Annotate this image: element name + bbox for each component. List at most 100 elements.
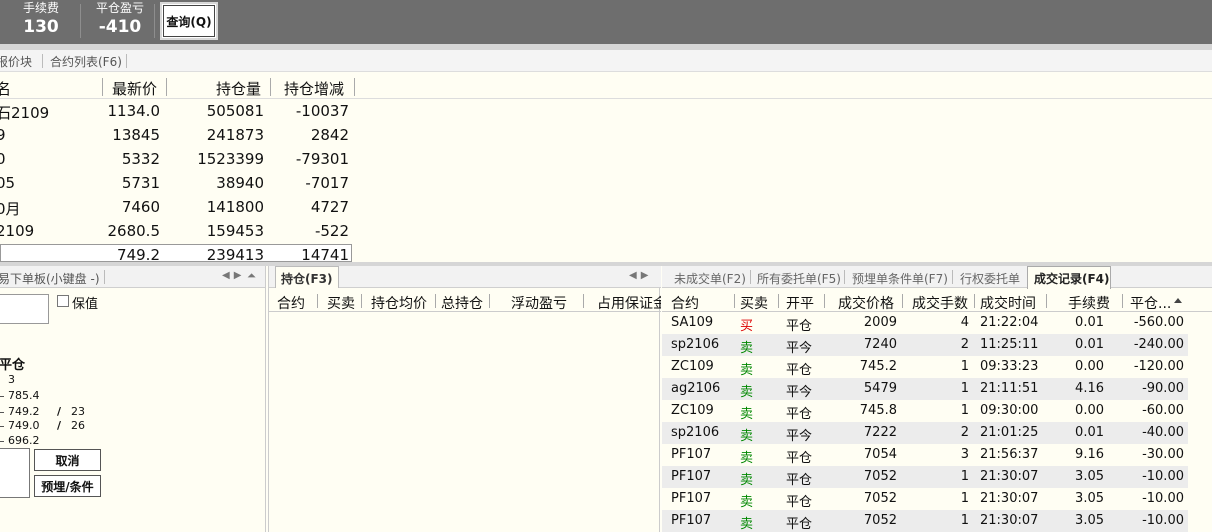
tab-scroll-arrows-icon[interactable]: ◀▶ xyxy=(629,270,652,281)
oi-change: -522 xyxy=(314,222,349,240)
quote-tab-bar: 报价块 合约列表(F6) xyxy=(0,50,1212,72)
oi-change: 4727 xyxy=(310,198,349,216)
column-divider[interactable] xyxy=(583,294,584,308)
column-divider[interactable] xyxy=(270,78,271,96)
tab-scroll-arrows-icon[interactable]: ◀▶ xyxy=(222,270,245,281)
quote-row[interactable]: 9 13845 241873 2842 xyxy=(0,124,360,148)
col-header-side[interactable]: 买卖 xyxy=(740,293,768,313)
trade-row[interactable]: ZC109 卖 平仓 745.2 1 09:33:23 0.00 -120.00 xyxy=(662,356,1188,378)
quote-row[interactable]: 05 5731 38940 -7017 xyxy=(0,172,360,196)
col-header-trade-qty[interactable]: 成交手数 xyxy=(912,293,968,313)
tab-contract-list[interactable]: 合约列表(F6) xyxy=(50,53,122,70)
trades-header: 合约 买卖 开平 成交价格 成交手数 成交时间 手续费 平仓... xyxy=(662,290,1212,312)
last-price: 5332 xyxy=(121,150,160,168)
column-divider[interactable] xyxy=(824,294,825,308)
level-qty: 26 xyxy=(71,419,85,432)
trade-row[interactable]: PF107 卖 平仓 7054 3 21:56:37 9.16 -30.00 xyxy=(662,444,1188,466)
trade-row[interactable]: ag2106 卖 平今 5479 1 21:11:51 4.16 -90.00 xyxy=(662,378,1188,400)
column-divider[interactable] xyxy=(1122,294,1123,308)
hedge-checkbox[interactable] xyxy=(57,295,69,307)
cancel-button[interactable]: 取消 xyxy=(34,449,101,471)
col-header-floating-pnl[interactable]: 浮动盈亏 xyxy=(511,293,567,313)
column-divider[interactable] xyxy=(734,294,735,308)
quantity-input[interactable] xyxy=(0,448,30,498)
col-header-trade-price[interactable]: 成交价格 xyxy=(838,293,894,313)
column-divider[interactable] xyxy=(974,294,975,308)
collapse-icon[interactable]: ⏶ xyxy=(247,269,256,283)
col-header-total-position[interactable]: 总持仓 xyxy=(441,293,483,313)
trade-row[interactable]: SA109 买 平仓 2009 4 21:22:04 0.01 -560.00 xyxy=(662,312,1188,334)
trade-side: 卖 xyxy=(740,407,754,422)
column-divider[interactable] xyxy=(317,294,318,308)
trade-row[interactable]: sp2106 卖 平今 7222 2 21:01:25 0.01 -40.00 xyxy=(662,422,1188,444)
column-divider[interactable] xyxy=(435,294,436,308)
tab-trade-records[interactable]: 成交记录(F4) xyxy=(1027,266,1111,289)
toolbar-divider xyxy=(154,4,155,38)
trade-contract: sp2106 xyxy=(671,425,720,440)
trade-row[interactable]: PF107 卖 平仓 7052 1 21:30:07 3.05 -10.00 xyxy=(662,466,1188,488)
col-header-side[interactable]: 买卖 xyxy=(327,293,355,313)
column-divider[interactable] xyxy=(489,294,490,308)
col-header-close-pnl[interactable]: 平仓... xyxy=(1130,293,1171,313)
col-header-margin[interactable]: 占用保证金 xyxy=(597,293,661,313)
last-price: 1134.0 xyxy=(107,102,161,120)
trade-price: 7052 xyxy=(863,469,897,484)
tab-quote-block[interactable]: 报价块 xyxy=(0,53,32,70)
col-header-oi-change[interactable]: 持仓增减 xyxy=(284,78,344,99)
quote-row[interactable]: 0月 7460 141800 4727 xyxy=(0,196,360,220)
open-interest: 141800 xyxy=(206,198,264,216)
col-header-trade-time[interactable]: 成交时间 xyxy=(980,293,1036,313)
trade-contract: ZC109 xyxy=(671,359,714,374)
column-divider[interactable] xyxy=(361,294,362,308)
trade-row[interactable]: PF107 卖 平仓 7052 1 21:30:07 3.05 -10.00 xyxy=(662,510,1188,532)
contract-name: 石2109 xyxy=(0,104,50,122)
col-header-name[interactable]: 名 xyxy=(0,78,11,99)
col-header-contract[interactable]: 合约 xyxy=(277,293,305,313)
trade-qty: 1 xyxy=(960,513,969,528)
price-input[interactable] xyxy=(0,294,49,324)
tab-preset-orders[interactable]: 预埋单条件单(F7) xyxy=(852,270,948,287)
col-header-open-interest[interactable]: 持仓量 xyxy=(216,78,261,99)
tab-pending-orders[interactable]: 未成交单(F2) xyxy=(674,270,746,287)
level-value: 749.0 xyxy=(8,419,40,432)
col-header-open-close[interactable]: 开平 xyxy=(786,293,814,313)
column-divider[interactable] xyxy=(166,78,167,96)
trade-row[interactable]: ZC109 卖 平仓 745.8 1 09:30:00 0.00 -60.00 xyxy=(662,400,1188,422)
column-divider[interactable] xyxy=(902,294,903,308)
tab-order-board[interactable]: 易下单板(小键盘 -) xyxy=(0,270,100,287)
column-divider[interactable] xyxy=(354,78,355,96)
preset-condition-button[interactable]: 预埋/条件 xyxy=(34,475,101,497)
column-divider[interactable] xyxy=(778,294,779,308)
col-header-contract[interactable]: 合约 xyxy=(671,293,699,313)
quote-row[interactable]: 2109 2680.5 159453 -522 xyxy=(0,220,360,244)
trade-side: 卖 xyxy=(740,495,754,510)
fee-stat: 手续费 130 xyxy=(16,1,66,39)
column-divider[interactable] xyxy=(102,78,103,96)
col-header-last-price[interactable]: 最新价 xyxy=(112,78,157,99)
open-interest: 505081 xyxy=(206,102,264,120)
tab-positions[interactable]: 持仓(F3) xyxy=(275,266,339,288)
sort-ascending-icon[interactable] xyxy=(1174,298,1182,303)
tab-all-orders[interactable]: 所有委托单(F5) xyxy=(757,270,841,287)
trade-row[interactable]: PF107 卖 平仓 7052 1 21:30:07 3.05 -10.00 xyxy=(662,488,1188,510)
trade-price: 745.8 xyxy=(859,403,897,418)
level-value: 696.2 xyxy=(8,434,40,447)
column-divider[interactable] xyxy=(1046,294,1047,308)
col-header-avg-price[interactable]: 持仓均价 xyxy=(371,293,427,313)
quote-row[interactable]: 石2109 1134.0 505081 -10037 xyxy=(0,100,360,124)
trade-row[interactable]: sp2106 卖 平今 7240 2 11:25:11 0.01 -240.00 xyxy=(662,334,1188,356)
trade-close-pnl: -560.00 xyxy=(1133,315,1184,330)
contract-name: 05 xyxy=(0,174,16,192)
oi-change: -10037 xyxy=(295,102,349,120)
trade-open-close: 平仓 xyxy=(786,451,813,466)
trade-contract: ZC109 xyxy=(671,403,714,418)
quote-row[interactable]: 0 5332 1523399 -79301 xyxy=(0,148,360,172)
col-header-fee[interactable]: 手续费 xyxy=(1068,293,1110,313)
query-button[interactable]: 查询(Q) xyxy=(160,2,218,40)
oi-change: 2842 xyxy=(310,126,349,144)
close-pnl-value: -410 xyxy=(98,17,142,37)
trade-qty: 1 xyxy=(960,359,969,374)
trade-open-close: 平今 xyxy=(786,429,813,444)
trade-close-pnl: -10.00 xyxy=(1142,469,1184,484)
tab-exercise-orders[interactable]: 行权委托单 xyxy=(960,270,1020,287)
